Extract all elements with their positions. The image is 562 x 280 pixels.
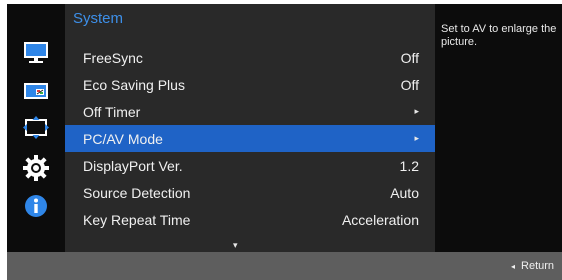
help-text: Set to AV to enlarge the picture. xyxy=(441,23,557,48)
menu-item-label: Source Detection xyxy=(83,184,191,201)
picture-icon[interactable] xyxy=(22,38,50,66)
menu-item-value: Auto xyxy=(390,184,419,201)
menu-item-off-timer[interactable]: Off Timer ▸ xyxy=(65,98,435,125)
chevron-right-icon: ▸ xyxy=(414,106,419,116)
menu-item-label: FreeSync xyxy=(83,49,143,66)
menu-item-label: Eco Saving Plus xyxy=(83,76,185,93)
menu-item-source-detection[interactable]: Source Detection Auto xyxy=(65,179,435,206)
menu-item-key-repeat-time[interactable]: Key Repeat Time Acceleration xyxy=(65,206,435,233)
info-icon[interactable] xyxy=(22,192,50,220)
menu-item-label: DisplayPort Ver. xyxy=(83,157,183,174)
bottom-bar: ◂ Return xyxy=(7,252,562,280)
menu-list: FreeSync Off Eco Saving Plus Off Off Tim… xyxy=(65,44,435,233)
menu-title: System xyxy=(73,10,124,27)
back-arrow-icon: ◂ xyxy=(511,262,516,271)
menu-item-value: Off xyxy=(400,49,419,66)
menu-item-pc-av-mode[interactable]: PC/AV Mode ▸ xyxy=(65,125,435,152)
scroll-down-icon[interactable]: ▾ xyxy=(233,240,238,251)
size-position-icon[interactable] xyxy=(22,114,50,142)
return-button[interactable]: ◂ Return xyxy=(511,260,554,272)
menu-item-freesync[interactable]: FreeSync Off xyxy=(65,44,435,71)
return-label: Return xyxy=(521,260,555,272)
color-icon[interactable] xyxy=(22,78,50,106)
category-rail xyxy=(7,4,65,252)
system-menu-panel: System FreeSync Off Eco Saving Plus Off … xyxy=(65,4,435,252)
menu-item-value: 1.2 xyxy=(399,157,419,174)
menu-item-label: PC/AV Mode xyxy=(83,130,163,147)
menu-item-eco-saving-plus[interactable]: Eco Saving Plus Off xyxy=(65,71,435,98)
osd-window: System FreeSync Off Eco Saving Plus Off … xyxy=(7,4,562,280)
help-panel: Set to AV to enlarge the picture. xyxy=(435,4,562,252)
menu-item-label: Key Repeat Time xyxy=(83,211,191,228)
system-gear-icon[interactable] xyxy=(22,154,50,182)
chevron-right-icon: ▸ xyxy=(414,133,419,143)
menu-item-displayport-ver[interactable]: DisplayPort Ver. 1.2 xyxy=(65,152,435,179)
menu-item-value: Acceleration xyxy=(341,211,419,228)
menu-item-value: Off xyxy=(400,76,419,93)
menu-item-label: Off Timer xyxy=(83,103,141,120)
